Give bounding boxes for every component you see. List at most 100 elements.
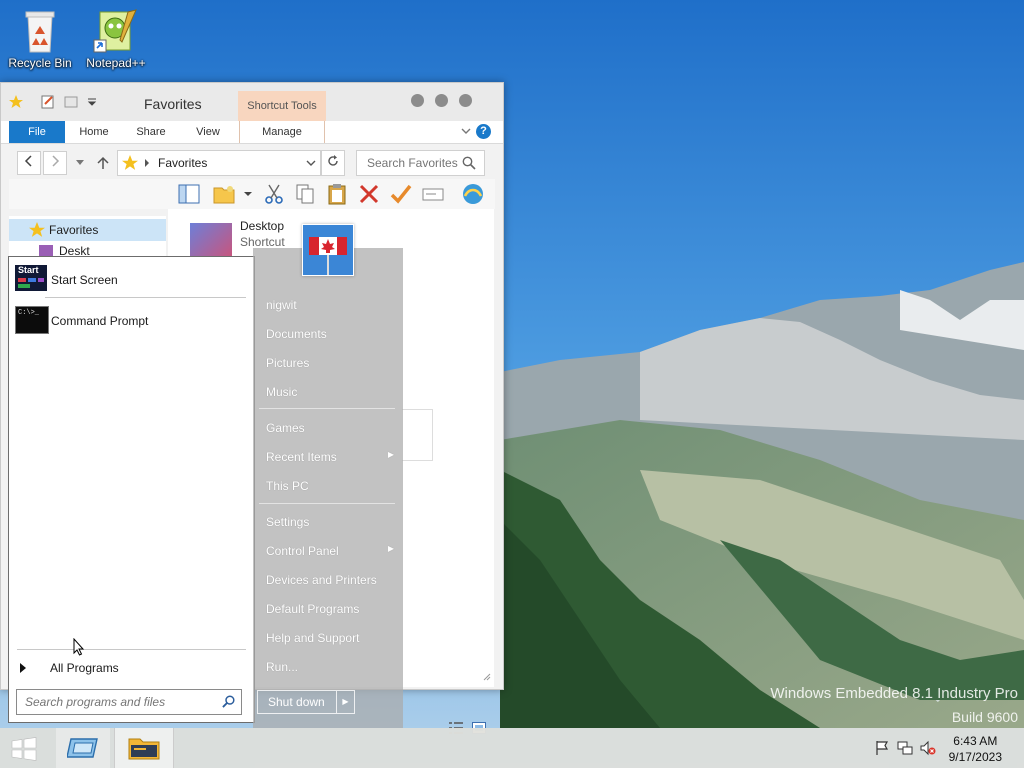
new-folder-icon[interactable] — [212, 182, 236, 206]
address-bar[interactable]: Favorites — [117, 150, 321, 176]
back-button[interactable] — [17, 151, 41, 175]
tab-home[interactable]: Home — [67, 121, 121, 143]
shutdown-button[interactable]: Shut down ▶ — [257, 690, 355, 714]
tab-share[interactable]: Share — [123, 121, 179, 143]
customize-quick-access-icon[interactable] — [85, 95, 99, 109]
places-recent-items[interactable]: Recent Items ▶ — [266, 450, 396, 464]
control-panel-icon — [67, 738, 98, 758]
system-clock[interactable]: 6:43 AM 9/17/2023 — [949, 733, 1002, 765]
forward-arrow-icon — [52, 155, 60, 167]
places-settings[interactable]: Settings — [266, 515, 396, 529]
places-music[interactable]: Music — [266, 385, 396, 399]
clock-time: 6:43 AM — [953, 734, 998, 748]
file-placeholder-frame — [402, 409, 433, 461]
places-user-folder[interactable]: nigwit — [266, 298, 396, 312]
address-dropdown-icon[interactable] — [306, 160, 316, 167]
ribbon-expand-icon[interactable] — [461, 127, 471, 135]
places-documents[interactable]: Documents — [266, 327, 396, 341]
favorites-star-icon — [29, 222, 45, 237]
places-run[interactable]: Run... — [266, 660, 396, 674]
places-help-and-support[interactable]: Help and Support — [266, 631, 396, 645]
properties-icon[interactable] — [41, 95, 55, 109]
places-games[interactable]: Games — [266, 421, 396, 435]
start-search-input[interactable] — [23, 694, 217, 710]
places-this-pc[interactable]: This PC — [266, 479, 396, 493]
os-watermark-line2: Build 9600 — [951, 709, 1018, 725]
shutdown-label: Shut down — [268, 695, 325, 709]
delete-icon[interactable] — [357, 182, 381, 206]
user-picture[interactable] — [302, 224, 354, 276]
desktop-icon-recycle-bin[interactable]: Recycle Bin — [0, 8, 80, 70]
ribbon-tab-bar: File Home Share View Manage ? — [1, 121, 503, 144]
resize-grip-icon[interactable] — [483, 673, 491, 681]
volume-muted-icon[interactable] — [920, 740, 936, 756]
mouse-cursor-icon — [73, 638, 85, 656]
contextual-tab-shortcut-tools: Shortcut Tools — [238, 91, 326, 121]
places-control-panel[interactable]: Control Panel ▶ — [266, 544, 396, 558]
taskbar-control-panel[interactable] — [56, 728, 110, 768]
network-icon[interactable] — [897, 740, 913, 756]
rename-icon[interactable] — [421, 182, 445, 206]
help-icon[interactable]: ? — [476, 124, 491, 139]
refresh-button[interactable] — [321, 150, 345, 176]
canada-flag-icon — [303, 225, 353, 275]
paste-icon[interactable] — [325, 182, 349, 206]
places-label: Recent Items — [266, 450, 337, 464]
forward-button[interactable] — [43, 151, 67, 175]
address-text: Favorites — [158, 156, 208, 170]
os-watermark-line1: Windows Embedded 8.1 Industry Pro — [770, 685, 1018, 702]
tab-file[interactable]: File — [9, 121, 65, 143]
checkmark-icon[interactable] — [389, 182, 413, 206]
taskbar-file-explorer[interactable] — [114, 728, 174, 768]
start-button[interactable] — [0, 728, 48, 768]
shell-icon[interactable] — [461, 182, 485, 206]
desktop-icon-notepadpp[interactable]: Notepad++ — [76, 8, 156, 70]
new-folder-quick-icon[interactable] — [64, 95, 78, 109]
file-explorer-icon — [128, 738, 160, 760]
places-default-programs[interactable]: Default Programs — [266, 602, 396, 616]
shutdown-options-arrow-icon[interactable]: ▶ — [336, 691, 354, 713]
copy-icon[interactable] — [293, 182, 317, 206]
separator — [259, 503, 395, 504]
triangle-right-icon — [20, 663, 26, 673]
search-box[interactable] — [356, 150, 485, 176]
refresh-icon — [328, 155, 338, 166]
title-bar[interactable]: Favorites Shortcut Tools — [1, 83, 503, 121]
places-devices-and-printers[interactable]: Devices and Printers — [266, 573, 396, 587]
command-prompt-icon-text: C:\>_ — [18, 309, 40, 317]
start-search-box[interactable] — [16, 689, 242, 715]
program-command-prompt[interactable]: C:\>_ Command Prompt — [15, 304, 245, 338]
up-arrow-icon[interactable] — [97, 156, 109, 170]
start-screen-icon: Start — [15, 265, 47, 291]
nav-item-label: Favorites — [49, 223, 99, 237]
places-label: Control Panel — [266, 544, 339, 558]
search-icon — [462, 156, 476, 170]
desktop-icon-label: Recycle Bin — [8, 56, 72, 70]
flag-icon[interactable] — [874, 740, 890, 756]
nav-item-favorites[interactable]: Favorites — [9, 219, 166, 241]
search-input[interactable] — [365, 155, 464, 171]
all-programs-label: All Programs — [50, 661, 119, 675]
all-programs-button[interactable]: All Programs — [9, 657, 252, 679]
dropdown-icon[interactable] — [241, 182, 255, 206]
window-title: Favorites — [144, 96, 202, 112]
start-screen-icon-text: Start — [18, 265, 39, 275]
maximize-button[interactable] — [435, 94, 448, 107]
places-pictures[interactable]: Pictures — [266, 356, 396, 370]
pane-icon[interactable] — [177, 182, 201, 206]
tab-manage[interactable]: Manage — [239, 121, 325, 143]
program-start-screen[interactable]: Start Start Screen — [15, 263, 245, 297]
back-arrow-icon — [24, 155, 32, 167]
cut-icon[interactable] — [262, 182, 286, 206]
tab-view[interactable]: View — [181, 121, 235, 143]
minimize-button[interactable] — [411, 94, 424, 107]
submenu-arrow-icon: ▶ — [387, 544, 394, 553]
close-button[interactable] — [459, 94, 472, 107]
program-label: Start Screen — [51, 273, 118, 287]
favorites-star-icon — [122, 155, 138, 170]
recent-locations-icon[interactable] — [75, 159, 85, 167]
windows-logo-icon — [11, 737, 37, 761]
file-name: Desktop — [240, 219, 285, 233]
program-label: Command Prompt — [51, 314, 149, 328]
star-icon — [9, 95, 23, 108]
